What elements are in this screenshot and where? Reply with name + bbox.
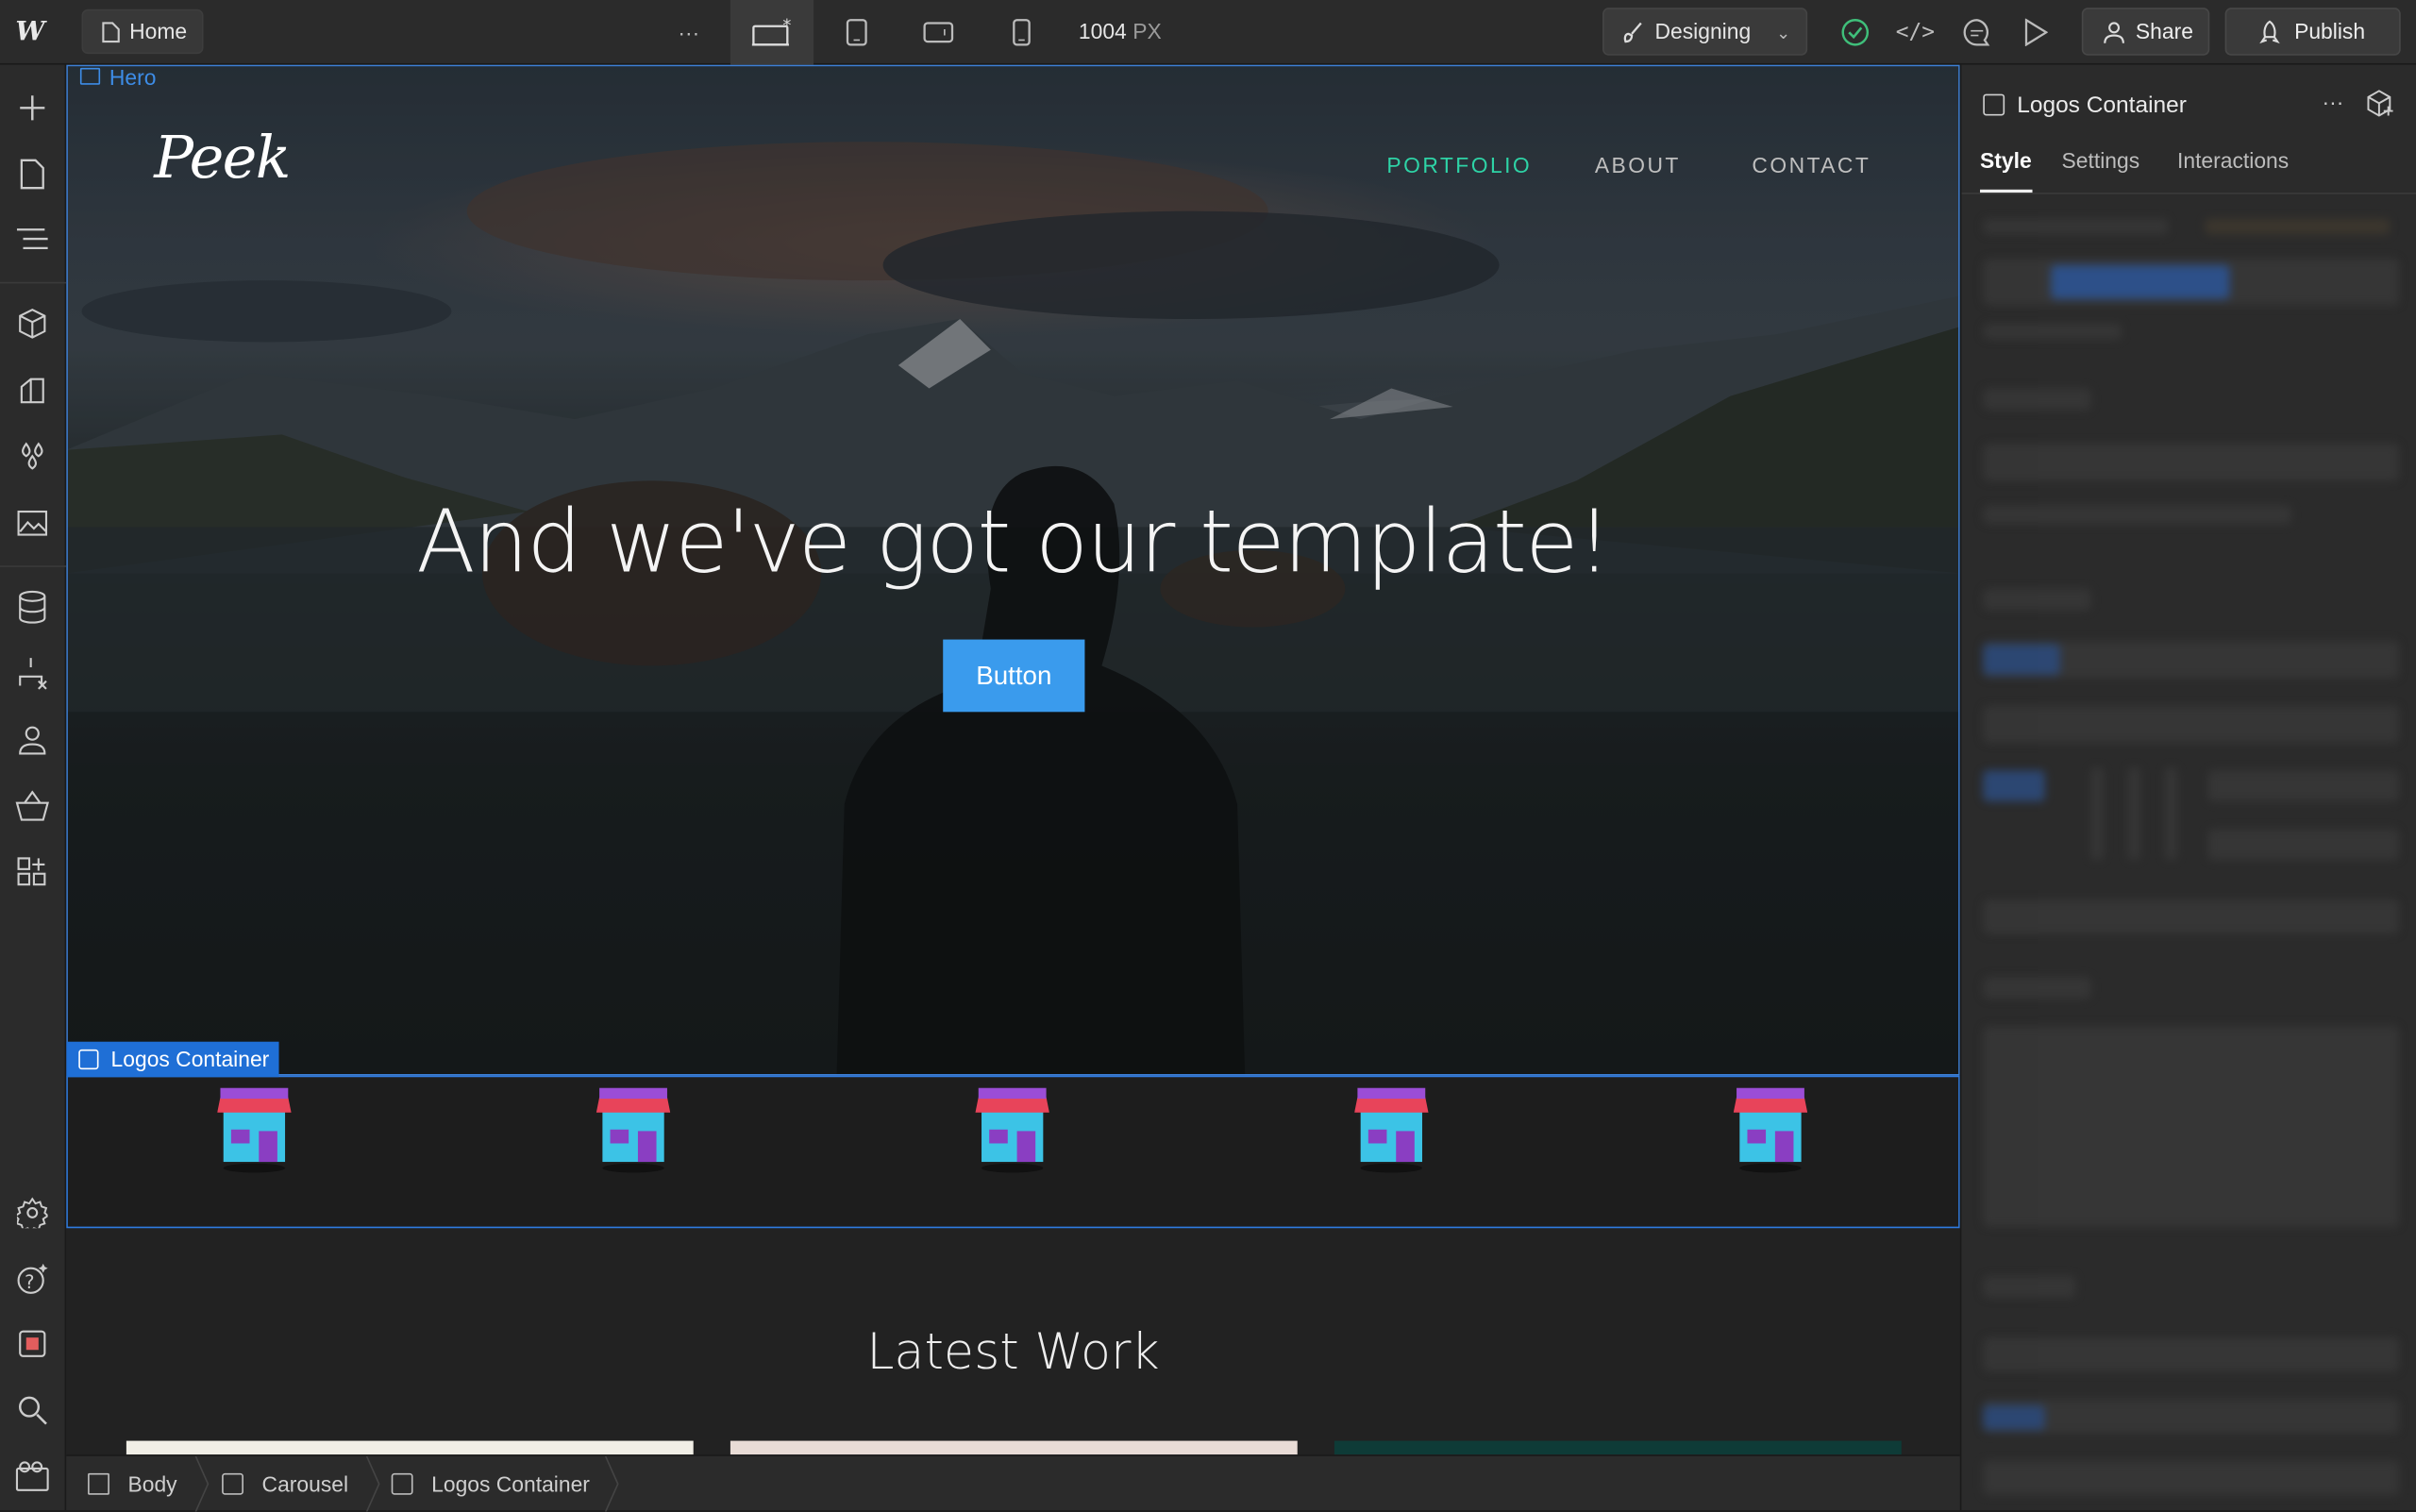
nav-link-portfolio[interactable]: PORTFOLIO <box>1386 153 1532 177</box>
active-tab-indicator <box>1980 189 2033 193</box>
style-properties-blurred <box>1961 197 2416 1510</box>
nav-link-about[interactable]: ABOUT <box>1595 153 1681 177</box>
video-tutorials-icon[interactable] <box>14 1458 51 1495</box>
hero-heading[interactable]: And we've got our template! <box>66 493 1960 593</box>
store-logo-icon[interactable] <box>1733 1087 1808 1174</box>
ecommerce-icon[interactable] <box>14 787 51 824</box>
left-toolbar: ? <box>0 64 67 1511</box>
comments-icon[interactable] <box>1957 12 1997 52</box>
selected-element-name: Logos Container <box>2017 92 2187 119</box>
div-block-icon <box>222 1472 243 1495</box>
designing-mode-dropdown[interactable]: Designing ⌄ <box>1602 8 1808 56</box>
navigator-icon[interactable] <box>14 220 51 257</box>
help-ai-icon[interactable]: ? <box>14 1261 51 1298</box>
tab-settings[interactable]: Settings <box>2062 148 2140 173</box>
brand-logo[interactable]: Peek <box>154 124 291 192</box>
more-options-icon[interactable]: ··· <box>2322 90 2343 114</box>
breadcrumb-item-carousel[interactable]: Carousel <box>222 1456 348 1512</box>
div-block-icon <box>391 1472 413 1495</box>
portfolio-card[interactable] <box>1334 1440 1902 1455</box>
breadcrumb-separator <box>604 1455 619 1512</box>
add-elements-icon[interactable] <box>14 90 51 126</box>
breadcrumb-item-body[interactable]: Body <box>88 1456 177 1512</box>
top-bar: W Home ··· * 1004 PX Designing ⌄ </> Sha… <box>0 0 2416 65</box>
portfolio-card[interactable] <box>126 1440 694 1455</box>
breadcrumb-separator <box>365 1455 380 1512</box>
record-icon[interactable] <box>14 1325 51 1362</box>
logos-container-label[interactable]: Logos Container <box>66 1041 279 1078</box>
variables-icon[interactable] <box>14 438 51 475</box>
page-icon <box>102 22 120 43</box>
body-icon <box>88 1472 109 1495</box>
store-logo-icon[interactable] <box>1354 1087 1429 1174</box>
cms-icon[interactable] <box>14 589 51 626</box>
style-selectors-icon[interactable] <box>14 371 51 408</box>
chevron-down-icon: ⌄ <box>1776 25 1791 43</box>
mobile-portrait-breakpoint-icon[interactable] <box>1001 12 1041 52</box>
share-button[interactable]: Share <box>2081 8 2210 56</box>
store-logo-icon[interactable] <box>975 1087 1049 1174</box>
style-panel: Logos Container ··· Style Settings Inter… <box>1959 64 2416 1511</box>
settings-icon[interactable] <box>14 1194 51 1231</box>
hero-cta-button[interactable]: Button <box>943 639 1085 713</box>
svg-text:?: ? <box>25 1271 34 1293</box>
breadcrumb-item-logos-container[interactable]: Logos Container <box>391 1456 590 1512</box>
apps-icon[interactable] <box>14 854 51 891</box>
div-block-icon <box>1983 93 2005 116</box>
search-icon[interactable] <box>14 1391 51 1428</box>
portfolio-card[interactable] <box>730 1440 1298 1455</box>
nav-link-contact[interactable]: CONTACT <box>1752 153 1871 177</box>
components-icon[interactable] <box>14 305 51 342</box>
preview-play-icon[interactable] <box>2016 12 2055 52</box>
hero-element-label[interactable]: Hero <box>73 65 156 90</box>
div-block-icon <box>78 1049 99 1070</box>
logic-icon[interactable] <box>14 655 51 692</box>
pages-icon[interactable] <box>14 156 51 193</box>
assets-icon[interactable] <box>14 504 51 541</box>
more-options-icon[interactable]: ··· <box>669 12 709 52</box>
tab-interactions[interactable]: Interactions <box>2177 148 2289 173</box>
mobile-landscape-breakpoint-icon[interactable] <box>918 12 958 52</box>
create-component-icon[interactable] <box>2367 90 2394 117</box>
latest-work-heading[interactable]: Latest Work <box>66 1322 1960 1381</box>
canvas-width-readout[interactable]: 1004 PX <box>1079 19 1162 43</box>
desktop-breakpoint-icon[interactable]: * <box>751 12 792 52</box>
breadcrumb: Body Carousel Logos Container <box>66 1454 1960 1512</box>
panel-tabs: Style Settings Interactions <box>1961 144 2416 194</box>
users-icon[interactable] <box>14 721 51 758</box>
hero-section[interactable]: Peek PORTFOLIO ABOUT CONTACT And we've g… <box>66 64 1960 1076</box>
breadcrumb-separator <box>194 1455 210 1512</box>
svg-text:*: * <box>782 16 791 36</box>
tablet-breakpoint-icon[interactable] <box>837 12 877 52</box>
publish-status-check-icon[interactable] <box>1836 12 1875 52</box>
tab-style[interactable]: Style <box>1980 148 2032 173</box>
publish-button[interactable]: Publish <box>2224 8 2401 56</box>
page-name: Home <box>129 18 188 43</box>
design-canvas[interactable]: Peek PORTFOLIO ABOUT CONTACT And we've g… <box>66 64 1960 1455</box>
code-export-icon[interactable]: </> <box>1895 12 1935 52</box>
brush-icon <box>1623 22 1642 43</box>
store-logo-icon[interactable] <box>596 1087 671 1174</box>
page-selector[interactable]: Home <box>81 8 205 55</box>
user-icon <box>2104 22 2124 43</box>
store-logo-icon[interactable] <box>217 1087 292 1174</box>
rocket-icon <box>2259 20 2280 44</box>
webflow-logo-icon[interactable]: W <box>15 17 52 48</box>
